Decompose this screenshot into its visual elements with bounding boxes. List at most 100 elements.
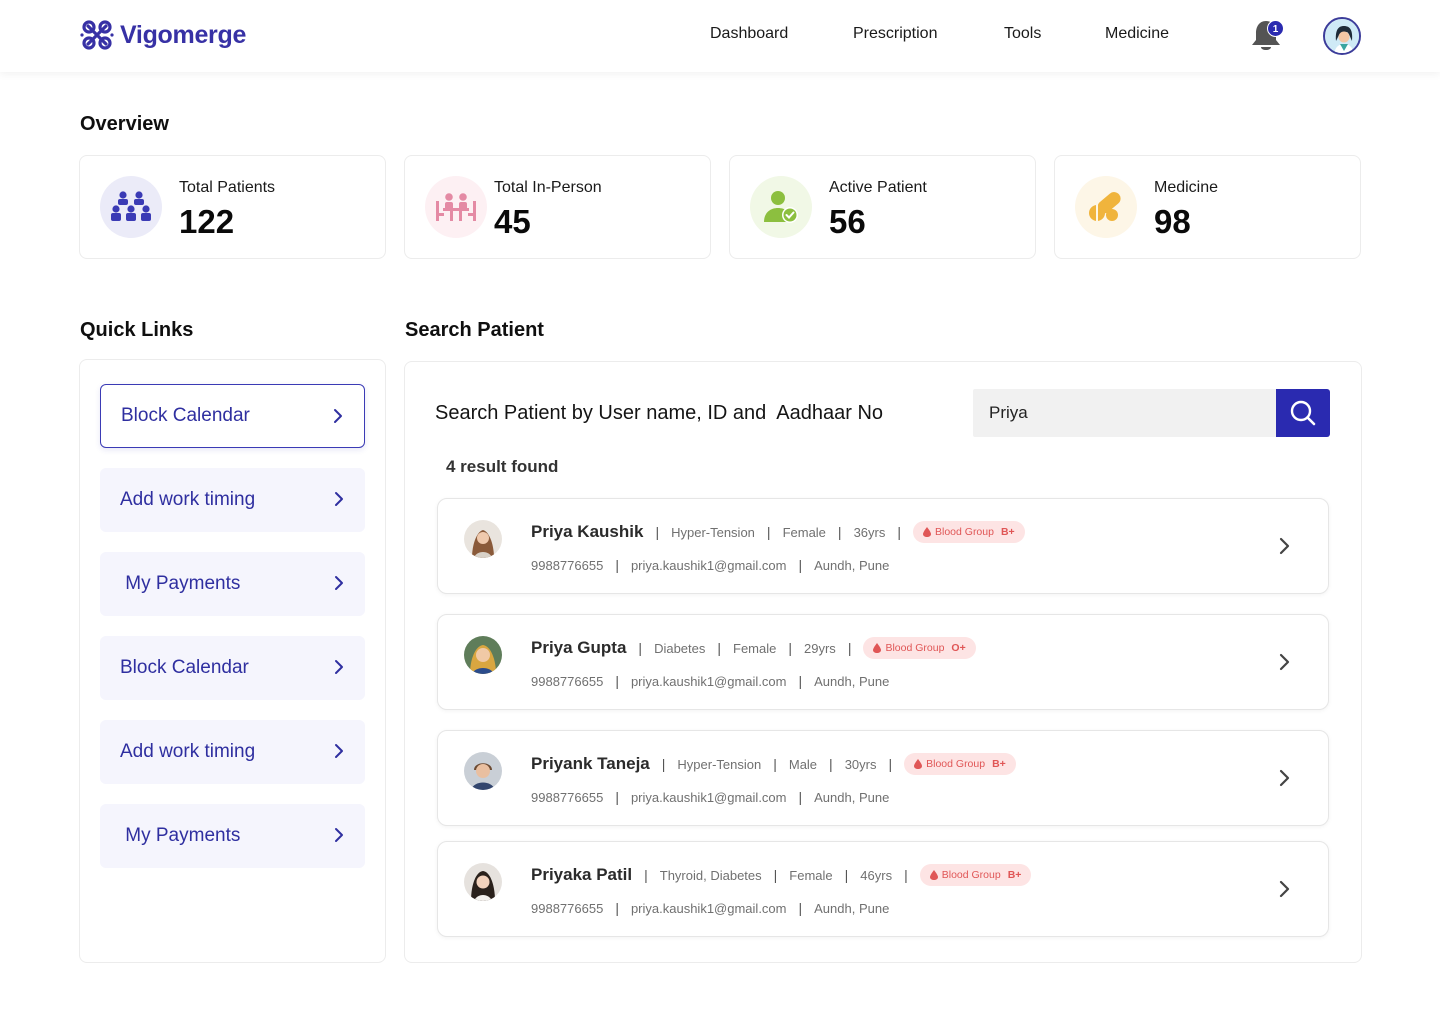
patient-name: Priya Gupta	[531, 638, 627, 657]
patients-group-icon	[100, 176, 162, 238]
patient-avatar	[464, 752, 502, 790]
search-icon	[1290, 400, 1316, 426]
chevron-right-icon	[335, 492, 343, 506]
brand-logo[interactable]: Vigomerge	[80, 18, 246, 52]
chevron-right-icon[interactable]	[1278, 536, 1290, 556]
patient-result-card[interactable]: Priyaka Patil | Thyroid, Diabetes | Fema…	[437, 841, 1329, 937]
quick-link-label: My Payments	[120, 573, 241, 594]
logo-icon	[80, 20, 114, 50]
quick-link-label: Block Calendar	[120, 657, 249, 678]
patient-gender: Female	[782, 524, 826, 540]
overview-title: Overview	[80, 113, 169, 135]
patient-contact: 9988776655 | priya.kaushik1@gmail.com | …	[531, 673, 890, 689]
patient-contact: 9988776655 | priya.kaushik1@gmail.com | …	[531, 900, 890, 916]
quick-link-label: Add work timing	[120, 489, 256, 510]
quick-link-block-calendar[interactable]: Block Calendar	[100, 384, 365, 448]
patient-name: Priya Kaushik	[531, 522, 644, 541]
patient-location: Aundh, Pune	[814, 900, 890, 916]
blood-drop-icon	[929, 870, 938, 880]
consultation-table-icon	[425, 176, 487, 238]
chevron-right-icon	[335, 576, 343, 590]
patient-location: Aundh, Pune	[814, 789, 890, 805]
stat-label: Active Patient	[829, 179, 927, 196]
patient-condition: Diabetes	[654, 640, 706, 656]
quick-link-block-calendar[interactable]: Block Calendar	[100, 636, 365, 700]
quick-link-label: Block Calendar	[121, 405, 250, 426]
nav-medicine[interactable]: Medicine	[1105, 25, 1169, 43]
stat-value: 98	[1154, 203, 1191, 240]
patient-age: 36yrs	[853, 524, 886, 540]
blood-group-badge: Blood Group O+	[863, 637, 976, 659]
stat-label: Total Patients	[179, 179, 276, 196]
patient-avatar	[464, 520, 502, 558]
active-user-icon	[750, 176, 812, 238]
patient-condition: Hyper-Tension	[677, 756, 762, 772]
patient-result-card[interactable]: Priya Kaushik | Hyper-Tension | Female |…	[437, 498, 1329, 594]
search-input[interactable]	[973, 389, 1277, 437]
patient-location: Aundh, Pune	[814, 557, 890, 573]
nav-tools[interactable]: Tools	[1004, 25, 1041, 43]
quick-link-add-work-timing[interactable]: Add work timing	[100, 720, 365, 784]
patient-email: priya.kaushik1@gmail.com	[630, 673, 787, 689]
patient-email: priya.kaushik1@gmail.com	[630, 789, 787, 805]
patient-age: 30yrs	[844, 756, 877, 772]
patient-summary: Priya Gupta | Diabetes | Female | 29yrs …	[531, 637, 976, 659]
blood-drop-icon	[923, 527, 931, 537]
stat-card-total-patients[interactable]: Total Patients 122	[79, 155, 386, 259]
patient-summary: Priyaka Patil | Thyroid, Diabetes | Fema…	[531, 864, 1032, 886]
blood-drop-icon	[914, 759, 923, 769]
blood-group-badge: Blood Group B+	[919, 864, 1032, 886]
patient-condition: Thyroid, Diabetes	[659, 867, 762, 883]
chevron-right-icon	[335, 828, 343, 842]
stat-card-active-patient[interactable]: Active Patient 56	[729, 155, 1036, 259]
patient-age: 46yrs	[860, 867, 893, 883]
quick-link-label: Add work timing	[120, 741, 256, 762]
quick-link-label: My Payments	[120, 825, 241, 846]
quick-link-my-payments[interactable]: My Payments	[100, 804, 365, 868]
stat-card-medicine[interactable]: Medicine 98	[1054, 155, 1361, 259]
chevron-right-icon	[335, 660, 343, 674]
patient-phone: 9988776655	[531, 673, 604, 689]
patient-phone: 9988776655	[531, 789, 604, 805]
quick-link-my-payments[interactable]: My Payments	[100, 552, 365, 616]
pills-icon	[1075, 176, 1137, 238]
stat-value: 56	[829, 203, 866, 240]
patient-avatar	[464, 863, 502, 901]
patient-email: priya.kaushik1@gmail.com	[630, 557, 787, 573]
patient-contact: 9988776655 | priya.kaushik1@gmail.com | …	[531, 789, 890, 805]
chevron-right-icon[interactable]	[1278, 768, 1290, 788]
blood-group-badge: Blood Group B+	[913, 521, 1025, 543]
patient-result-card[interactable]: Priyank Taneja | Hyper-Tension | Male | …	[437, 730, 1329, 826]
stat-card-in-person[interactable]: Total In-Person 45	[404, 155, 711, 259]
patient-gender: Female	[789, 867, 833, 883]
patient-avatar	[464, 636, 502, 674]
top-navbar: Vigomerge Dashboard Prescription Tools M…	[0, 0, 1440, 72]
nav-prescription[interactable]: Prescription	[853, 25, 937, 43]
search-button[interactable]	[1276, 389, 1330, 437]
brand-name: Vigomerge	[120, 20, 247, 49]
chevron-right-icon[interactable]	[1278, 652, 1290, 672]
patient-gender: Male	[788, 756, 818, 772]
patient-phone: 9988776655	[531, 557, 604, 573]
blood-group-badge: Blood Group B+	[904, 753, 1016, 775]
stat-value: 122	[179, 203, 235, 240]
chevron-right-icon	[335, 744, 343, 758]
patient-condition: Hyper-Tension	[671, 524, 755, 540]
patient-contact: 9988776655 | priya.kaushik1@gmail.com | …	[531, 557, 890, 573]
patient-gender: Female	[733, 640, 777, 656]
search-heading: Search Patient by User name, ID and Aadh…	[435, 402, 884, 424]
user-avatar[interactable]	[1323, 17, 1361, 55]
quick-link-add-work-timing[interactable]: Add work timing	[100, 468, 365, 532]
patient-location: Aundh, Pune	[814, 673, 890, 689]
patient-summary: Priya Kaushik | Hyper-Tension | Female |…	[531, 521, 1025, 543]
patient-email: priya.kaushik1@gmail.com	[630, 900, 787, 916]
nav-dashboard[interactable]: Dashboard	[710, 25, 788, 43]
quick-links-title: Quick Links	[80, 319, 194, 341]
results-count: 4 result found	[446, 457, 559, 476]
patient-result-card[interactable]: Priya Gupta | Diabetes | Female | 29yrs …	[437, 614, 1329, 710]
patient-name: Priyank Taneja	[531, 754, 650, 773]
chevron-right-icon[interactable]	[1278, 879, 1290, 899]
stat-value: 45	[494, 203, 531, 240]
chevron-right-icon	[334, 409, 342, 423]
stat-label: Medicine	[1154, 179, 1219, 196]
